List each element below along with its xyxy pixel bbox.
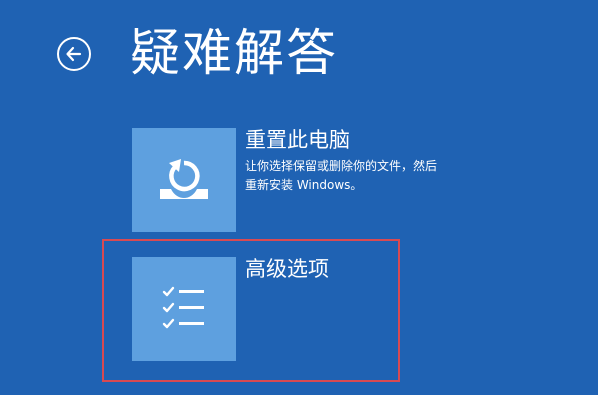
reset-pc-description-line1: 让你选择保留或删除你的文件，然后 [245, 159, 438, 173]
reset-pc-description-line2: 重新安装 Windows。 [245, 178, 363, 192]
advanced-options-option[interactable]: 高级选项 [132, 257, 552, 362]
back-arrow-icon [66, 46, 82, 62]
reset-pc-tile [132, 128, 236, 232]
page-title: 疑难解答 [130, 24, 338, 82]
checklist-icon [162, 286, 204, 329]
advanced-options-tile [132, 257, 236, 361]
advanced-options-title: 高级选项 [245, 257, 329, 281]
reset-pc-description: 让你选择保留或删除你的文件，然后 重新安装 Windows。 [245, 157, 505, 195]
back-button[interactable] [57, 37, 91, 71]
reset-pc-icon [160, 159, 208, 199]
reset-pc-title: 重置此电脑 [245, 128, 350, 152]
reset-pc-option[interactable]: 重置此电脑 让你选择保留或删除你的文件，然后 重新安装 Windows。 [132, 128, 552, 233]
